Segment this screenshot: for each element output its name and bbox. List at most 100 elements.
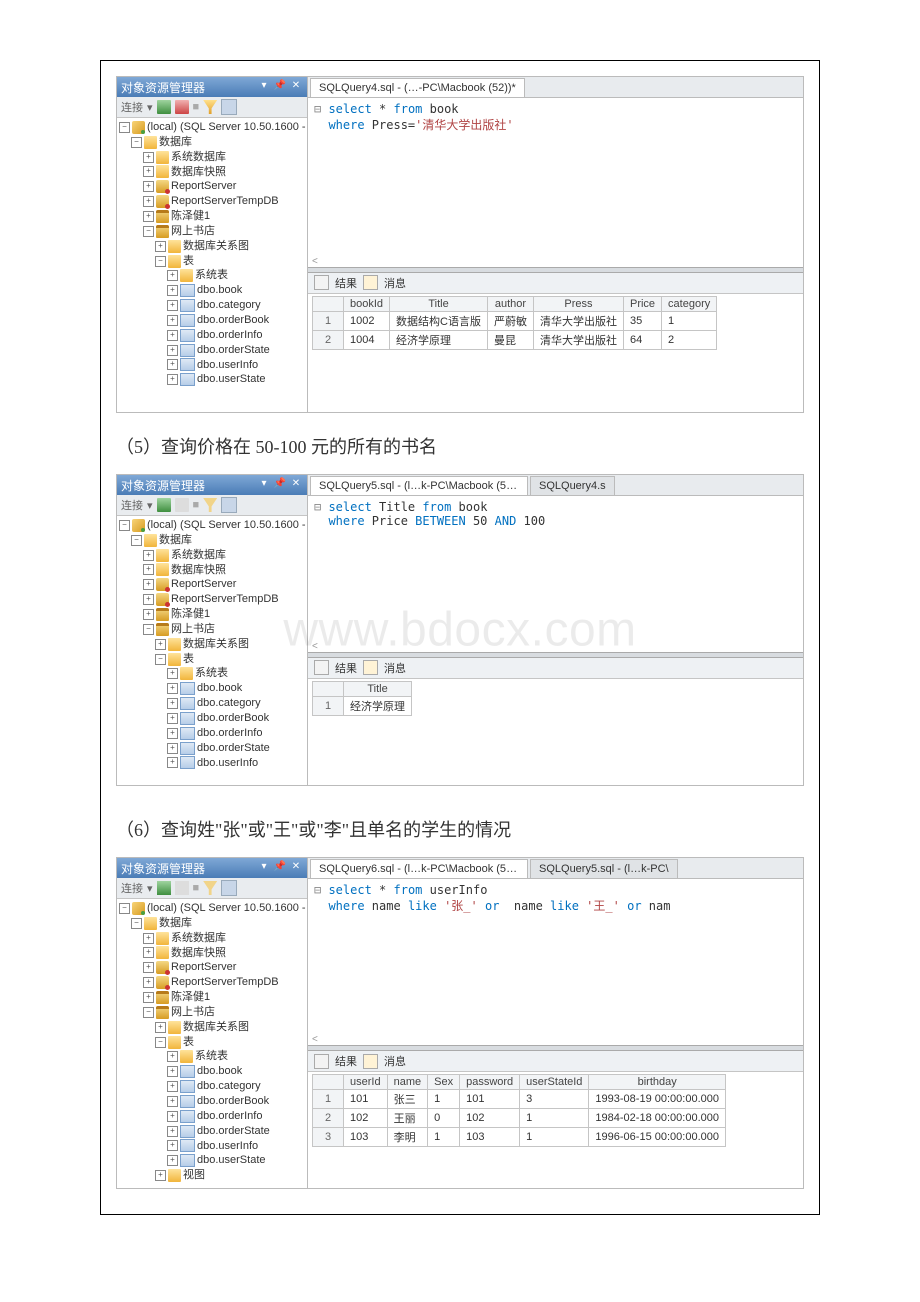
expand-icon[interactable]: − [143,226,154,237]
expand-icon[interactable]: + [167,345,178,356]
expand-icon[interactable]: − [131,918,142,929]
results-grid[interactable]: bookId Title author Press Price category… [308,294,803,413]
rs-node[interactable]: ReportServer [171,960,236,975]
results-tab[interactable]: 结果 [335,275,357,291]
expand-icon[interactable]: + [143,579,154,590]
filter-icon[interactable] [203,100,217,114]
col-header[interactable]: birthday [589,1075,726,1090]
diagram-node[interactable]: 数据库关系图 [183,239,249,254]
server-node[interactable]: (local) (SQL Server 10.50.1600 - Macb…) [147,518,307,533]
expand-icon[interactable]: + [143,962,154,973]
expand-icon[interactable]: − [131,535,142,546]
stop-icon[interactable] [175,498,189,512]
results-grid[interactable]: Title 1经济学原理 [308,679,803,786]
expand-icon[interactable]: + [167,270,178,281]
tab-active[interactable]: SQLQuery4.sql - (…-PC\Macbook (52))* [310,78,525,97]
expand-icon[interactable]: + [167,668,178,679]
table-node[interactable]: dbo.category [197,696,261,711]
expand-icon[interactable]: + [167,1111,178,1122]
expand-icon[interactable]: + [143,181,154,192]
stop-icon[interactable] [175,100,189,114]
connect-label[interactable]: 连接 [121,99,143,115]
col-header[interactable]: Sex [428,1075,460,1090]
filter-icon[interactable] [203,881,217,895]
table-node[interactable]: dbo.orderState [197,1124,270,1139]
connect-label[interactable]: 连接 [121,880,143,896]
expand-icon[interactable]: + [167,698,178,709]
sysdb-node[interactable]: 系统数据库 [171,548,226,563]
expand-icon[interactable]: + [167,743,178,754]
expand-icon[interactable]: + [167,1066,178,1077]
col-header[interactable]: category [662,296,717,311]
expand-icon[interactable]: + [143,992,154,1003]
expand-icon[interactable]: + [167,683,178,694]
expand-icon[interactable]: − [143,624,154,635]
col-header[interactable]: userStateId [520,1075,589,1090]
expand-icon[interactable]: + [155,1022,166,1033]
server-node[interactable]: (local) (SQL Server 10.50.1600 - Macb…) [147,120,307,135]
filter-icon[interactable] [203,498,217,512]
col-header[interactable]: Title [344,681,412,696]
diagram-node[interactable]: 数据库关系图 [183,637,249,652]
expand-icon[interactable]: + [167,1155,178,1166]
table-node[interactable]: dbo.orderInfo [197,726,262,741]
table-node[interactable]: dbo.book [197,283,242,298]
expand-icon[interactable]: − [119,520,130,531]
expand-icon[interactable]: + [167,757,178,768]
expand-icon[interactable]: − [155,1037,166,1048]
snap-node[interactable]: 数据库快照 [171,563,226,578]
script-icon[interactable] [221,880,237,896]
results-grid[interactable]: userId name Sex password userStateId bir… [308,1072,803,1188]
close-icon[interactable]: ✕ [289,861,303,875]
script-icon[interactable] [221,99,237,115]
expand-icon[interactable]: + [167,359,178,370]
expand-icon[interactable]: + [143,564,154,575]
expand-icon[interactable]: + [167,1140,178,1151]
dropdown-icon[interactable]: ▾ [257,478,271,492]
expand-icon[interactable]: + [143,594,154,605]
snap-node[interactable]: 数据库快照 [171,946,226,961]
expand-icon[interactable]: + [143,933,154,944]
col-header[interactable]: Title [390,296,488,311]
expand-icon[interactable]: − [119,122,130,133]
expand-icon[interactable]: − [119,903,130,914]
pin-icon[interactable]: 📌 [273,478,287,492]
pin-icon[interactable]: 📌 [273,861,287,875]
databases-node[interactable]: 数据库 [159,135,192,150]
table-node[interactable]: dbo.userInfo [197,1139,258,1154]
expand-icon[interactable]: + [143,947,154,958]
expand-icon[interactable]: − [155,256,166,267]
sql-editor[interactable]: ⊟ select * from book where Press='清华大学出版… [308,98,803,137]
diagram-node[interactable]: 数据库关系图 [183,1020,249,1035]
table-node[interactable]: dbo.orderBook [197,1094,269,1109]
expand-icon[interactable]: + [167,374,178,385]
col-header[interactable]: Press [533,296,623,311]
rstemp-node[interactable]: ReportServerTempDB [171,194,279,209]
tab-active[interactable]: SQLQuery5.sql - (l…k-PC\Macbook (54)) [310,476,528,495]
expand-icon[interactable]: + [143,550,154,561]
close-icon[interactable]: ✕ [289,478,303,492]
expand-icon[interactable]: + [167,713,178,724]
views-node[interactable]: 视图 [183,1168,205,1183]
table-node[interactable]: dbo.book [197,681,242,696]
systables-node[interactable]: 系统表 [195,1049,228,1064]
table-node[interactable]: dbo.userInfo [197,756,258,771]
close-icon[interactable]: ✕ [289,80,303,94]
expand-icon[interactable]: + [167,1096,178,1107]
messages-tab[interactable]: 消息 [384,275,406,291]
czj-node[interactable]: 陈泽健1 [171,990,210,1005]
col-header[interactable]: author [487,296,533,311]
rstemp-node[interactable]: ReportServerTempDB [171,975,279,990]
tables-node[interactable]: 表 [183,254,194,269]
czj-node[interactable]: 陈泽健1 [171,607,210,622]
col-header[interactable]: bookId [344,296,390,311]
sysdb-node[interactable]: 系统数据库 [171,150,226,165]
sysdb-node[interactable]: 系统数据库 [171,931,226,946]
rs-node[interactable]: ReportServer [171,577,236,592]
expand-icon[interactable]: − [155,654,166,665]
rstemp-node[interactable]: ReportServerTempDB [171,592,279,607]
connect-label[interactable]: 连接 [121,497,143,513]
expand-icon[interactable]: − [143,1007,154,1018]
refresh-icon[interactable] [157,100,171,114]
czj-node[interactable]: 陈泽健1 [171,209,210,224]
